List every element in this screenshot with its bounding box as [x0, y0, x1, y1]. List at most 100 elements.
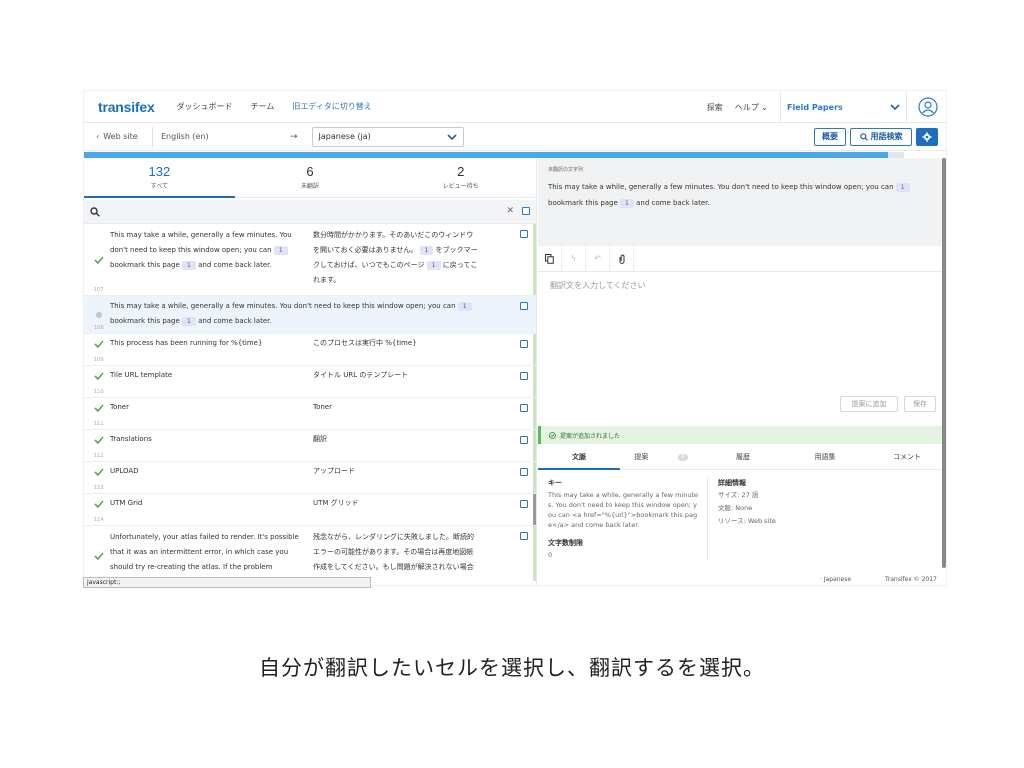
- source-string: This may take a while, generally a few m…: [548, 179, 938, 211]
- string-search-input[interactable]: ✕: [84, 200, 536, 224]
- table-row[interactable]: 112 Translations 翻訳: [84, 430, 536, 462]
- top-navigation: transifex ダッシュボード チーム 旧エディタに切り替え 探索 ヘルプ …: [84, 91, 946, 123]
- status-bar: [533, 366, 536, 397]
- scrollbar[interactable]: [942, 158, 946, 568]
- stat-all[interactable]: 132 すべて: [84, 158, 235, 198]
- clear-search-icon[interactable]: ✕: [506, 206, 514, 216]
- user-avatar[interactable]: [906, 91, 946, 123]
- placeholder-tag[interactable]: 1: [895, 183, 910, 192]
- toolbar-actions: 概要 用語検索: [814, 127, 938, 146]
- tab-history[interactable]: 履歴: [702, 444, 784, 469]
- row-number: 112: [94, 453, 104, 459]
- source-text: Toner: [110, 403, 129, 411]
- row-checkbox[interactable]: [520, 230, 528, 238]
- user-icon: [917, 97, 938, 117]
- nav-search[interactable]: 探索: [707, 102, 723, 113]
- source-fragment: bookmark this page: [110, 317, 180, 325]
- untranslated-dot-icon: [96, 311, 102, 318]
- row-checkbox[interactable]: [520, 340, 528, 348]
- source-fragment: This may take a while, generally a few m…: [548, 183, 894, 191]
- translation-input[interactable]: 翻訳文を入力してください 提案に追加 保存: [538, 272, 946, 426]
- filter-stats: 132 すべて 6 未翻訳 2 レビュー待ち: [84, 158, 536, 198]
- row-checkbox[interactable]: [520, 372, 528, 380]
- settings-button[interactable]: [916, 127, 938, 146]
- translation-editor-pane: 未翻訳の文字列 This may take a while, generally…: [538, 158, 946, 585]
- source-fragment: bookmark this page: [548, 199, 618, 207]
- tab-glossary[interactable]: 用語集: [784, 444, 866, 469]
- row-checkbox[interactable]: [520, 468, 528, 476]
- status-bar: [533, 430, 536, 461]
- translation-text: アップロード: [313, 467, 355, 475]
- copy-source-icon[interactable]: [538, 245, 562, 272]
- translation-line: れます。: [313, 276, 341, 284]
- stat-label: 未翻訳: [301, 183, 320, 190]
- project-selector[interactable]: Field Papers: [780, 91, 906, 123]
- nav-dashboard[interactable]: ダッシュボード: [177, 101, 233, 112]
- nav-help[interactable]: ヘルプ ⌄: [735, 102, 768, 113]
- stat-untranslated[interactable]: 6 未翻訳: [235, 158, 386, 197]
- translation-line: クしておけば、いつでもこのページ 1 に戻ってこ: [313, 258, 509, 273]
- info-column: 詳細情報 サイズ: 27 語 文脈: None リソース: Web site: [708, 478, 776, 560]
- row-number: 108: [94, 325, 104, 331]
- target-language-select[interactable]: Japanese (ja): [311, 126, 464, 147]
- source-line: Unfortunately, your atlas failed to rend…: [110, 533, 299, 541]
- nav-team[interactable]: チーム: [251, 101, 275, 112]
- table-row[interactable]: 113 UPLOAD アップロード: [84, 462, 536, 494]
- check-icon: [94, 255, 104, 264]
- stat-review[interactable]: 2 レビュー待ち: [385, 158, 536, 197]
- row-checkbox[interactable]: [520, 500, 528, 508]
- source-line: This may take a while, generally a few m…: [110, 299, 510, 314]
- context-value: 文脈: None: [718, 504, 753, 512]
- source-line: that it was an intermittent error, in wh…: [110, 548, 289, 556]
- string-rows: 107 This may take a while, generally a f…: [84, 224, 536, 581]
- table-row[interactable]: 107 This may take a while, generally a f…: [84, 224, 536, 296]
- table-row[interactable]: Unfortunately, your atlas failed to rend…: [84, 526, 536, 581]
- source-line: should try re-creating the atlas. If the…: [110, 563, 273, 571]
- chevron-down-icon: [446, 133, 457, 140]
- table-row[interactable]: 114 UTM Grid UTM グリッド: [84, 494, 536, 526]
- source-text: This may take a while, generally a few m…: [110, 299, 510, 329]
- logo[interactable]: transifex: [98, 99, 155, 115]
- undo-icon[interactable]: ↶: [586, 245, 610, 272]
- tab-label: 提案: [634, 453, 649, 461]
- table-row[interactable]: 110 Tile URL template タイトル URL のテンプレート: [84, 366, 536, 398]
- stat-count: 6: [306, 164, 314, 179]
- row-checkbox[interactable]: [520, 302, 528, 310]
- tab-suggestions[interactable]: 提案 0: [620, 444, 702, 469]
- resource-value: リソース: Web site: [718, 517, 776, 525]
- row-checkbox[interactable]: [520, 532, 528, 540]
- save-button[interactable]: 保存: [904, 396, 936, 412]
- row-checkbox[interactable]: [520, 404, 528, 412]
- project-name: Field Papers: [787, 102, 843, 112]
- lightning-icon[interactable]: ϟ: [562, 245, 586, 272]
- gear-icon: [922, 131, 932, 142]
- detail-tabs: 文脈 提案 0 履歴 用語集 コメント: [538, 444, 946, 470]
- chevron-down-icon: ⌄: [761, 102, 768, 112]
- source-line: This may take a while, generally a few m…: [110, 231, 292, 239]
- row-checkbox[interactable]: [520, 436, 528, 444]
- tab-comments[interactable]: コメント: [866, 444, 946, 469]
- key-value: This may take a while, generally a few m…: [548, 491, 699, 529]
- translation-text: このプロセスは実行中 %{time}: [313, 339, 417, 347]
- table-row[interactable]: 109 This process has been running for %{…: [84, 334, 536, 366]
- overview-button[interactable]: 概要: [814, 127, 846, 146]
- switch-legacy-editor-link[interactable]: 旧エディタに切り替え: [292, 101, 371, 112]
- details-label: 詳細情報: [718, 479, 746, 487]
- back-link[interactable]: ‹ Web site: [96, 132, 152, 141]
- table-row[interactable]: 111 Toner Toner: [84, 398, 536, 430]
- translation-fragment: クしておけば、いつでもこのページ: [313, 261, 425, 269]
- tab-context[interactable]: 文脈: [538, 444, 620, 470]
- glossary-search-button[interactable]: 用語検索: [850, 127, 912, 146]
- placeholder-tag[interactable]: 1: [620, 199, 634, 208]
- add-suggestion-button[interactable]: 提案に追加: [840, 396, 898, 412]
- placeholder-tag: 1: [457, 302, 472, 311]
- source-fragment: and come back later.: [198, 261, 272, 269]
- source-fragment: bookmark this page: [110, 261, 180, 269]
- select-all-checkbox[interactable]: [522, 207, 530, 215]
- search-icon: [90, 206, 100, 217]
- table-row[interactable]: 108 This may take a while, generally a f…: [84, 296, 536, 334]
- attachment-icon[interactable]: [610, 245, 634, 272]
- translation-line: エラーの可能性があります。その場合は再度地図帳: [313, 548, 474, 556]
- slide-caption: 自分が翻訳したいセルを選択し、翻訳するを選択。: [259, 656, 765, 680]
- footer-language[interactable]: · Japanese: [820, 576, 851, 583]
